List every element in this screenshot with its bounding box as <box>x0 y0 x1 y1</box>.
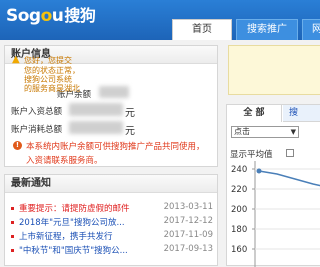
sogou-logo[interactable]: Sogou搜狗 <box>6 4 96 28</box>
show-average-label: 显示平均值 <box>230 150 273 160</box>
y-tick-label: 200 <box>231 205 247 215</box>
total-deposit-redacted <box>69 103 123 116</box>
news-date: 2013-03-11 <box>163 202 213 212</box>
latest-news-panel: 最新通知 重要提示：请提防虚假的邮件 2013-03-11 2018年"元旦"搜… <box>4 174 218 266</box>
alert-line-4: 的服务商是湖北 <box>24 84 80 93</box>
news-date: 2017-12-12 <box>163 216 213 226</box>
y-tick-label: 220 <box>231 185 247 195</box>
notice-line-2: 入资请联系服务商。 <box>26 156 103 166</box>
news-title[interactable]: 2018年"元旦"搜狗公司放... <box>19 216 149 228</box>
tab-home[interactable]: 首页 <box>172 19 232 40</box>
tab-search[interactable]: 搜 <box>283 105 320 122</box>
total-spend-redacted <box>69 121 123 134</box>
news-item[interactable]: 2018年"元旦"搜狗公司放... 2017-12-12 <box>11 216 215 229</box>
chevron-down-icon: ▼ <box>290 128 296 136</box>
total-deposit-unit: 元 <box>125 108 135 119</box>
top-header: Sogou搜狗 首页 搜索推广 网 <box>0 0 320 40</box>
bullet-icon <box>11 249 14 252</box>
chart-panel: 全 部 搜 点击 ▼ 显示平均值 240 220 200 180 160 <box>226 104 320 267</box>
line-chart: 240 220 200 180 160 <box>231 161 320 267</box>
news-title[interactable]: "中秋节"和"国庆节"搜狗公... <box>19 244 149 256</box>
news-item[interactable]: 重要提示：请提防虚假的邮件 2013-03-11 <box>11 202 215 215</box>
bullet-icon <box>11 207 14 210</box>
bullet-icon <box>11 235 14 238</box>
total-spend-label: 账户消耗总额 <box>11 125 63 135</box>
notice-line-1: 本系统内账户余额可供搜狗推广产品共同使用， <box>26 142 205 152</box>
metric-select[interactable]: 点击 ▼ <box>231 126 299 138</box>
news-item[interactable]: "中秋节"和"国庆节"搜狗公... 2017-09-13 <box>11 244 215 257</box>
data-point[interactable] <box>256 168 262 174</box>
status-alert-box <box>228 45 320 95</box>
news-title[interactable]: 上市新征程，携手共发行 <box>19 230 149 242</box>
notice-icon: ! <box>13 141 22 150</box>
y-tick-label: 180 <box>231 225 247 235</box>
total-spend-unit: 元 <box>125 126 135 137</box>
show-average-checkbox[interactable] <box>286 149 294 157</box>
tab-search-promotion[interactable]: 搜索推广 <box>236 19 298 40</box>
latest-news-title: 最新通知 <box>5 175 217 193</box>
y-tick-label: 240 <box>231 165 247 175</box>
tab-all[interactable]: 全 部 <box>227 105 282 122</box>
news-item[interactable]: 上市新征程，携手共发行 2017-11-09 <box>11 230 215 243</box>
total-deposit-label: 账户入资总额 <box>11 107 63 117</box>
metric-select-value: 点击 <box>234 127 250 136</box>
y-tick-label: 160 <box>231 245 247 255</box>
warning-icon: ▲ <box>12 54 20 65</box>
tab-more[interactable]: 网 <box>302 19 320 40</box>
series-line <box>258 170 320 187</box>
news-title[interactable]: 重要提示：请提防虚假的邮件 <box>19 202 149 214</box>
balance-value-redacted <box>99 86 129 98</box>
bullet-icon <box>11 221 14 224</box>
news-date: 2017-09-13 <box>163 244 213 254</box>
news-date: 2017-11-09 <box>163 230 213 240</box>
